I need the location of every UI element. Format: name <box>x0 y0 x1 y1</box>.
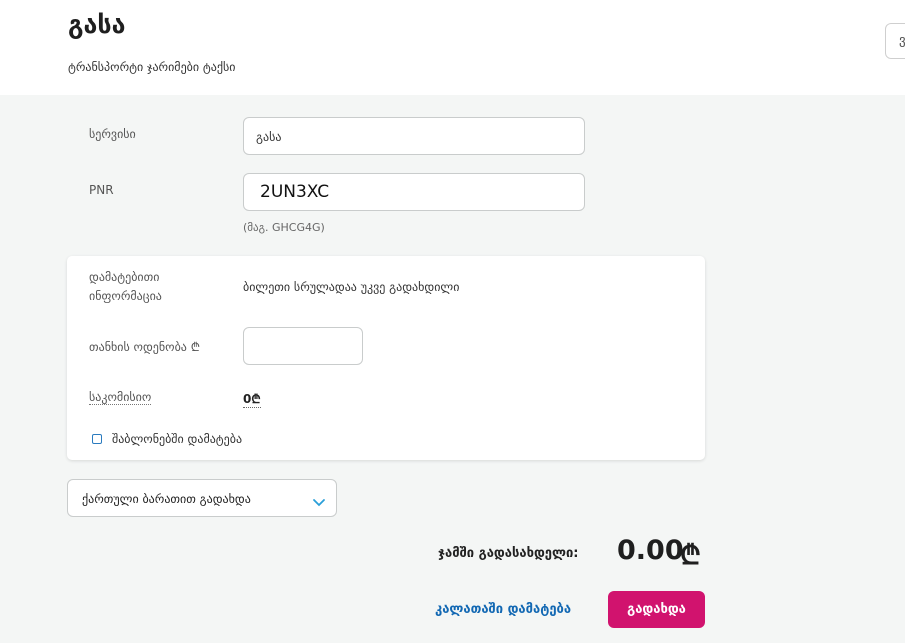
header-corner-button-label: ვ <box>899 33 905 48</box>
add-to-cart-link[interactable]: კალათაში დამატება <box>435 602 571 617</box>
service-input[interactable]: გასა <box>243 117 585 155</box>
payment-method-value: ქართული ბარათით გადახდა <box>82 492 251 506</box>
header-corner-button[interactable]: ვ <box>885 23 905 59</box>
page-title: გასა <box>68 10 126 39</box>
pay-button[interactable]: გადახდა <box>608 591 705 628</box>
lari-icon: ₾ <box>680 540 701 571</box>
page-header: გასა ტრანსპორტი ჯარიმები ტაქსი ვ <box>0 0 905 95</box>
details-card: დამატებითი ინფორმაცია ბილეთი სრულადაა უკ… <box>67 256 705 460</box>
amount-input[interactable] <box>243 327 363 365</box>
page-breadcrumb: ტრანსპორტი ჯარიმები ტაქსი <box>68 60 236 74</box>
info-label-line2: ინფორმაცია <box>89 289 162 303</box>
info-label-line1: დამატებითი <box>89 270 160 284</box>
commission-value: 0₾ <box>243 392 261 408</box>
chevron-down-icon <box>312 493 326 512</box>
amount-label: თანხის ოდენობა ₾ <box>89 340 200 354</box>
info-value: ბილეთი სრულადაა უკვე გადახდილი <box>243 280 460 294</box>
pnr-input-value: 2UN3XC <box>260 182 330 202</box>
template-checkbox[interactable] <box>92 434 102 444</box>
service-input-value: გასა <box>256 130 282 144</box>
total-amount: 0.00 <box>617 535 684 566</box>
total-label: ჯამში გადასახდელი: <box>438 546 579 561</box>
payment-method-select[interactable]: ქართული ბარათით გადახდა <box>67 479 337 517</box>
pnr-label: PNR <box>89 183 114 197</box>
pnr-hint: (მაგ. GHCG4G) <box>243 221 325 234</box>
pnr-input[interactable]: 2UN3XC <box>243 173 585 211</box>
commission-label: საკომისიო <box>89 390 152 405</box>
template-checkbox-label[interactable]: შაბლონებში დამატება <box>112 432 242 446</box>
service-label: სერვისი <box>89 127 136 141</box>
